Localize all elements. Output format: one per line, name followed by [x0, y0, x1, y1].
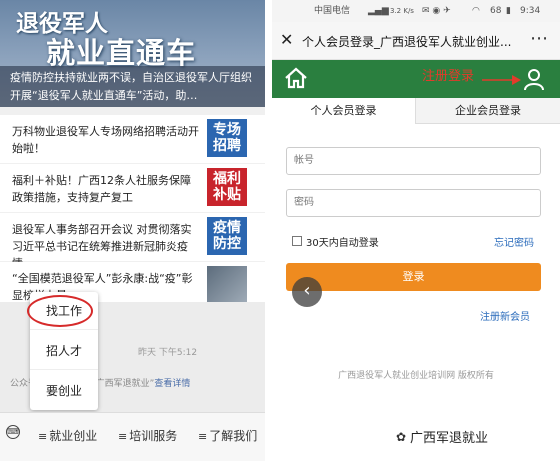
forgot-password-link[interactable]: 忘记密码 [494, 234, 534, 249]
popup-item-find-job[interactable]: 找工作 [27, 292, 98, 330]
signal-icon: ▂▄▆ [368, 6, 389, 16]
banner-subtitle: 疫情防控扶持就业两不误，自治区退役军人厅组织开展“退役军人就业直通车”活动，助… [0, 66, 265, 107]
tab-personal-login[interactable]: 个人会员登录 [272, 98, 416, 124]
message-time: 昨天 下午5:12 [138, 348, 198, 358]
close-icon[interactable]: ✕ [280, 30, 293, 49]
watermark: 广西军退就业 [410, 431, 489, 446]
login-button[interactable]: 登录 [286, 263, 541, 291]
menu-about[interactable]: 了解我们 [198, 427, 257, 444]
news-item-text: 福利＋补贴！广西12条人社服务保障政策措施，支持复产复工 [12, 174, 191, 204]
network-speed: 3.2 K/s [390, 7, 414, 15]
user-icon[interactable] [522, 67, 546, 91]
divider [265, 0, 272, 461]
news-item-thumbnail: 疫情 防控 [207, 217, 247, 255]
more-options-icon[interactable]: ⋯ [530, 28, 549, 49]
site-header: 注册登录 [272, 60, 560, 98]
register-annotation: 注册登录 [422, 69, 475, 84]
menu-training[interactable]: 培训服务 [118, 427, 177, 444]
login-tabs: 个人会员登录 企业会员登录 [272, 98, 560, 124]
password-field[interactable]: 密码 [286, 189, 541, 217]
carrier-name: 中国电信 [314, 6, 351, 16]
notification-icons: ✉ ◉ ✈ [422, 6, 451, 16]
keyboard-icon[interactable]: ⌨ [6, 425, 20, 439]
register-link[interactable]: 注册新会员 [480, 308, 530, 323]
news-item-thumbnail: 福利 补贴 [207, 168, 247, 206]
banner[interactable]: 退役军人 就业直通车 疫情防控扶持就业两不误，自治区退役军人厅组织开展“退役军人… [0, 0, 265, 107]
news-item[interactable]: 福利＋补贴！广西12条人社服务保障政策措施，支持复产复工 福利 补贴 [0, 164, 265, 212]
login-page-panel: 中国电信 ▂▄▆ 3.2 K/s ✉ ◉ ✈ ◠ 68 ▮ 9:34 ✕ 个人会… [272, 0, 560, 461]
wechat-article-panel: 退役军人 就业直通车 疫情防控扶持就业两不误，自治区退役军人厅组织开展“退役军人… [0, 0, 265, 461]
news-item[interactable]: 万科物业退役军人专场网络招聘活动开始啦！ 专场 招聘 [0, 115, 265, 163]
menu-employment[interactable]: 就业创业 [38, 427, 97, 444]
browser-titlebar: ✕ 个人会员登录_广西退役军人就业创业... ⋯ [272, 22, 560, 60]
popup-item-startup[interactable]: 要创业 [30, 372, 98, 410]
news-item-text: 万科物业退役军人专场网络招聘活动开始啦！ [12, 125, 199, 155]
battery-level: 68 [490, 6, 502, 16]
red-arrow-icon [482, 75, 521, 85]
battery-icon: ▮ [506, 6, 511, 16]
page-title: 个人会员登录_广西退役军人就业创业... [302, 35, 512, 49]
home-icon[interactable] [284, 67, 308, 89]
news-item[interactable]: 退役军人事务部召开会议 对贯彻落实习近平总书记在统筹推进新冠肺炎疫情… 疫情防控 [0, 213, 265, 270]
remember-label: 30天内自动登录 [306, 238, 379, 249]
popup-item-recruit[interactable]: 招人才 [30, 332, 98, 370]
red-highlight-circle [27, 295, 93, 327]
news-item-photo [207, 266, 247, 304]
copyright-footer: 广西退役军人就业创业培训网 版权所有 [338, 371, 494, 381]
view-details-link[interactable]: 查看详情 [154, 379, 190, 389]
news-item-thumbnail: 专场 招聘 [207, 119, 247, 157]
clock: 9:34 [520, 6, 541, 16]
wechat-logo-icon: ✿ [396, 430, 407, 444]
status-bar: 中国电信 ▂▄▆ 3.2 K/s ✉ ◉ ✈ ◠ 68 ▮ 9:34 [272, 0, 560, 22]
remember-checkbox[interactable] [292, 236, 302, 246]
popup-menu: 找工作 招人才 要创业 [27, 292, 98, 410]
bottom-menu-bar: ⌨ 就业创业 培训服务 了解我们 [0, 412, 265, 461]
back-arrow-icon[interactable]: ‹ [292, 277, 322, 307]
wifi-icon: ◠ [472, 6, 480, 16]
account-field[interactable]: 帐号 [286, 147, 541, 175]
tab-enterprise-login[interactable]: 企业会员登录 [416, 98, 560, 124]
